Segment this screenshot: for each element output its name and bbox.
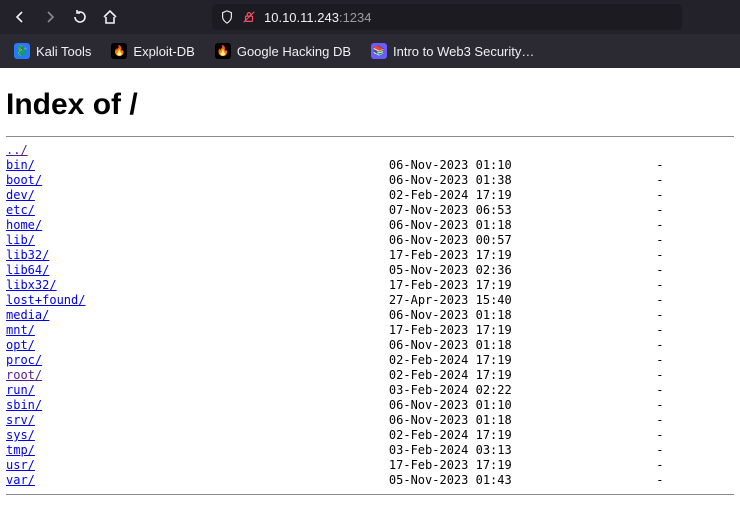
directory-listing: ../ bin/ 06-Nov-2023 01:10 - boot/ 06-No… — [6, 143, 734, 488]
directory-link[interactable]: etc/ — [6, 203, 35, 217]
divider — [6, 494, 734, 495]
home-button[interactable] — [102, 9, 118, 25]
browser-toolbar: 10.10.11.243:1234 — [0, 0, 740, 34]
directory-link[interactable]: lib32/ — [6, 248, 49, 262]
directory-link[interactable]: var/ — [6, 473, 35, 487]
directory-link[interactable]: root/ — [6, 368, 42, 382]
bookmark-item[interactable]: 🐉 Kali Tools — [8, 39, 97, 63]
divider — [6, 136, 734, 137]
page-title: Index of / — [6, 88, 734, 122]
directory-link[interactable]: dev/ — [6, 188, 35, 202]
bookmarks-toolbar: 🐉 Kali Tools 🔥 Exploit-DB 🔥 Google Hacking DB… — [0, 34, 740, 68]
directory-link[interactable]: libx32/ — [6, 278, 57, 292]
directory-link[interactable]: sys/ — [6, 428, 35, 442]
bookmark-item[interactable]: 🔥 Google Hacking DB — [209, 39, 357, 63]
directory-link[interactable]: home/ — [6, 218, 42, 232]
bookmark-favicon: 🔥 — [111, 43, 127, 59]
directory-link[interactable]: ../ — [6, 143, 28, 157]
directory-link[interactable]: lib/ — [6, 233, 35, 247]
lock-insecure-icon — [242, 10, 256, 24]
address-bar[interactable]: 10.10.11.243:1234 — [212, 4, 682, 30]
shield-icon — [220, 10, 234, 24]
directory-link[interactable]: media/ — [6, 308, 49, 322]
nav-buttons — [12, 9, 118, 25]
bookmark-label: Google Hacking DB — [237, 44, 351, 59]
directory-link[interactable]: srv/ — [6, 413, 35, 427]
bookmark-favicon: 🐉 — [14, 43, 30, 59]
directory-link[interactable]: lib64/ — [6, 263, 49, 277]
directory-link[interactable]: mnt/ — [6, 323, 35, 337]
bookmark-item[interactable]: 📚 Intro to Web3 Security… — [365, 39, 540, 63]
directory-link[interactable]: bin/ — [6, 158, 35, 172]
url-text: 10.10.11.243:1234 — [264, 10, 372, 25]
bookmark-favicon: 🔥 — [215, 43, 231, 59]
directory-link[interactable]: boot/ — [6, 173, 42, 187]
back-button[interactable] — [12, 9, 28, 25]
directory-link[interactable]: sbin/ — [6, 398, 42, 412]
directory-link[interactable]: opt/ — [6, 338, 35, 352]
directory-link[interactable]: proc/ — [6, 353, 42, 367]
directory-link[interactable]: lost+found/ — [6, 293, 85, 307]
directory-link[interactable]: run/ — [6, 383, 35, 397]
page-content: Index of / ../ bin/ 06-Nov-2023 01:10 - … — [0, 68, 740, 495]
bookmark-item[interactable]: 🔥 Exploit-DB — [105, 39, 200, 63]
directory-link[interactable]: tmp/ — [6, 443, 35, 457]
bookmark-label: Kali Tools — [36, 44, 91, 59]
forward-button[interactable] — [42, 9, 58, 25]
bookmark-label: Intro to Web3 Security… — [393, 44, 534, 59]
directory-link[interactable]: usr/ — [6, 458, 35, 472]
reload-button[interactable] — [72, 9, 88, 25]
bookmark-favicon: 📚 — [371, 43, 387, 59]
bookmark-label: Exploit-DB — [133, 44, 194, 59]
